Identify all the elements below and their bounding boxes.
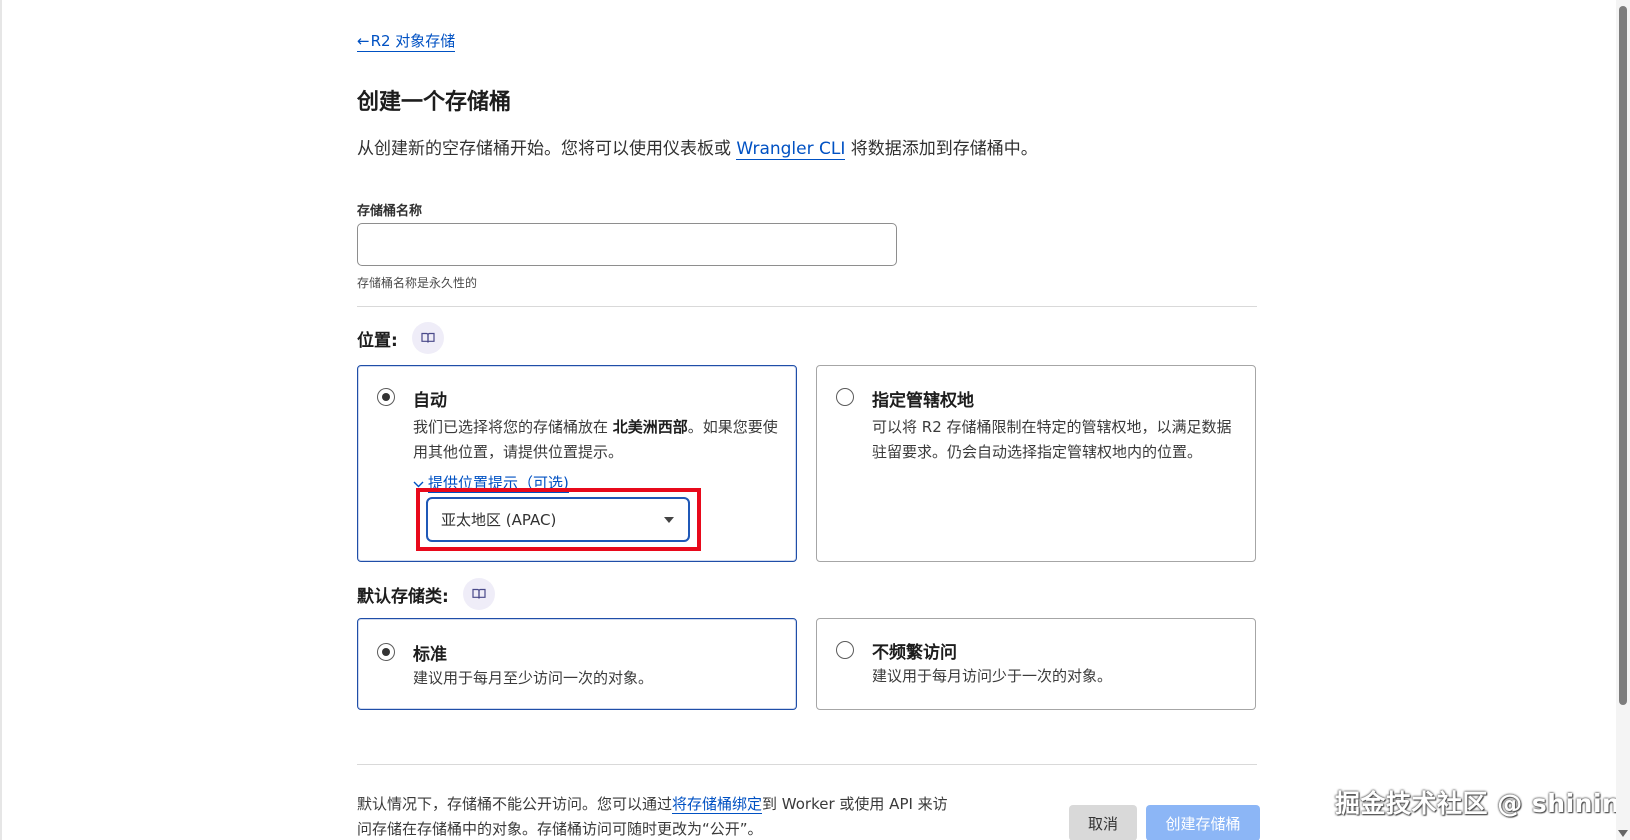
- location-label-text: 位置:: [357, 330, 398, 351]
- location-label: 位置:: [357, 322, 444, 354]
- auto-description: 我们已选择将您的存储桶放在 北美洲西部。如果您要使用其他位置，请提供位置提示。: [413, 415, 783, 465]
- wrangler-cli-link[interactable]: Wrangler CLI: [736, 139, 846, 160]
- book-icon[interactable]: [411, 322, 444, 354]
- auto-radio[interactable]: [377, 388, 395, 406]
- intro-text: 从创建新的空存储桶开始。您将可以使用仪表板或 Wrangler CLI 将数据添…: [357, 136, 1038, 162]
- bucket-name-label: 存储桶名称: [357, 204, 423, 219]
- watermark: 掘金技术社区 @ shining: [1335, 789, 1630, 818]
- jurisdiction-radio[interactable]: [836, 388, 854, 406]
- standard-description: 建议用于每月至少访问一次的对象。: [413, 669, 654, 687]
- back-link[interactable]: ←R2 对象存储: [357, 32, 456, 52]
- scroll-down-icon[interactable]: [1618, 830, 1628, 837]
- back-link-label: R2 对象存储: [370, 32, 456, 50]
- storage-class-label: 默认存储类:: [357, 578, 495, 610]
- storage-class-infrequent[interactable]: 不频繁访问 建议用于每月访问少于一次的对象。: [816, 618, 1256, 710]
- storage-class-label-text: 默认存储类:: [357, 586, 449, 607]
- book-icon[interactable]: [462, 578, 495, 610]
- bucket-name-input[interactable]: [357, 223, 897, 266]
- scrollbar-thumb[interactable]: [1619, 6, 1627, 705]
- location-option-auto[interactable]: 自动 我们已选择将您的存储桶放在 北美洲西部。如果您要使用其他位置，请提供位置提…: [357, 365, 797, 562]
- jurisdiction-description: 可以将 R2 存储桶限制在特定的管辖权地，以满足数据驻留要求。仍会自动选择指定管…: [872, 418, 1232, 461]
- cancel-button[interactable]: 取消: [1069, 805, 1137, 840]
- infrequent-description: 建议用于每月访问少于一次的对象。: [872, 667, 1113, 685]
- footer-note: 默认情况下，存储桶不能公开访问。您可以通过将存储桶绑定到 Worker 或使用 …: [357, 792, 957, 840]
- standard-radio[interactable]: [377, 643, 395, 661]
- footer-note-start: 默认情况下，存储桶不能公开访问。您可以通过: [357, 795, 673, 813]
- auto-title: 自动: [413, 391, 447, 411]
- intro-text-start: 从创建新的空存储桶开始。您将可以使用仪表板或: [357, 139, 737, 159]
- auto-desc-start: 我们已选择将您的存储桶放在: [413, 418, 613, 436]
- jurisdiction-title: 指定管辖权地: [872, 391, 974, 411]
- infrequent-radio[interactable]: [836, 641, 854, 659]
- page-title: 创建一个存储桶: [357, 90, 512, 115]
- back-arrow-icon: ←: [357, 32, 370, 50]
- bind-bucket-link[interactable]: 将存储桶绑定: [672, 795, 763, 814]
- scrollbar[interactable]: [1616, 0, 1630, 840]
- bucket-name-help: 存储桶名称是永久性的: [357, 276, 478, 290]
- auto-region: 北美洲西部: [612, 418, 688, 436]
- create-bucket-button[interactable]: 创建存储桶: [1146, 805, 1260, 840]
- location-hint-value: 亚太地区 (APAC): [441, 511, 557, 529]
- divider: [357, 306, 1257, 307]
- intro-text-end: 将数据添加到存储桶中。: [845, 139, 1038, 159]
- storage-class-standard[interactable]: 标准 建议用于每月至少访问一次的对象。: [357, 618, 797, 710]
- divider: [357, 764, 1257, 765]
- caret-down-icon: [664, 517, 674, 523]
- infrequent-title: 不频繁访问: [872, 643, 957, 663]
- standard-title: 标准: [413, 645, 447, 665]
- left-border: [0, 0, 2, 840]
- location-option-jurisdiction[interactable]: 指定管辖权地 可以将 R2 存储桶限制在特定的管辖权地，以满足数据驻留要求。仍会…: [816, 365, 1256, 562]
- page: ←R2 对象存储 创建一个存储桶 从创建新的空存储桶开始。您将可以使用仪表板或 …: [0, 0, 1630, 840]
- location-hint-select[interactable]: 亚太地区 (APAC): [426, 497, 690, 542]
